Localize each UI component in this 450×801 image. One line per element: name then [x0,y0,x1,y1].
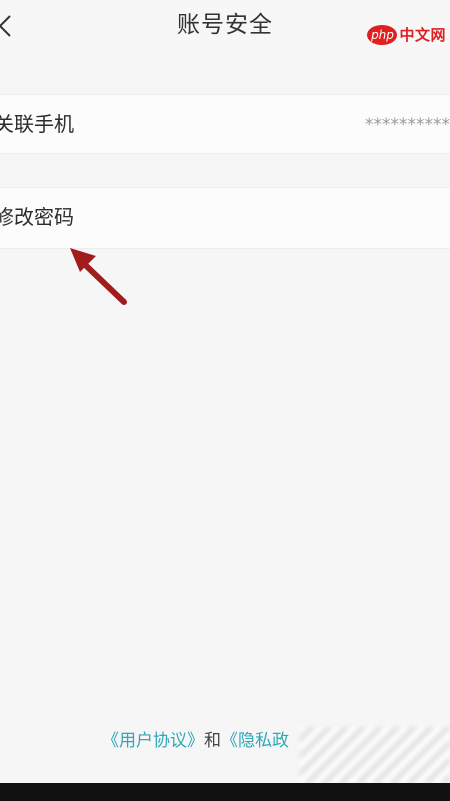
site-watermark: php 中文网 [367,24,446,45]
system-nav-bar [0,783,450,801]
user-agreement-link[interactable]: 《用户协议》 [102,731,204,751]
annotation-arrow-icon [70,248,127,305]
app-header: 账号安全 php 中文网 [0,0,450,62]
linked-phone-row[interactable]: 关联手机 ********** [0,94,450,154]
and-text: 和 [204,731,221,751]
linked-phone-label: 关联手机 [0,112,74,136]
watermark-text: 中文网 [399,26,446,44]
watermark-overlay [300,727,450,783]
linked-phone-value: ********** [365,115,450,135]
watermark-logo: php [367,24,398,45]
privacy-policy-link[interactable]: 《隐私政 [221,731,289,751]
change-password-label: 修改密码 [0,205,74,229]
